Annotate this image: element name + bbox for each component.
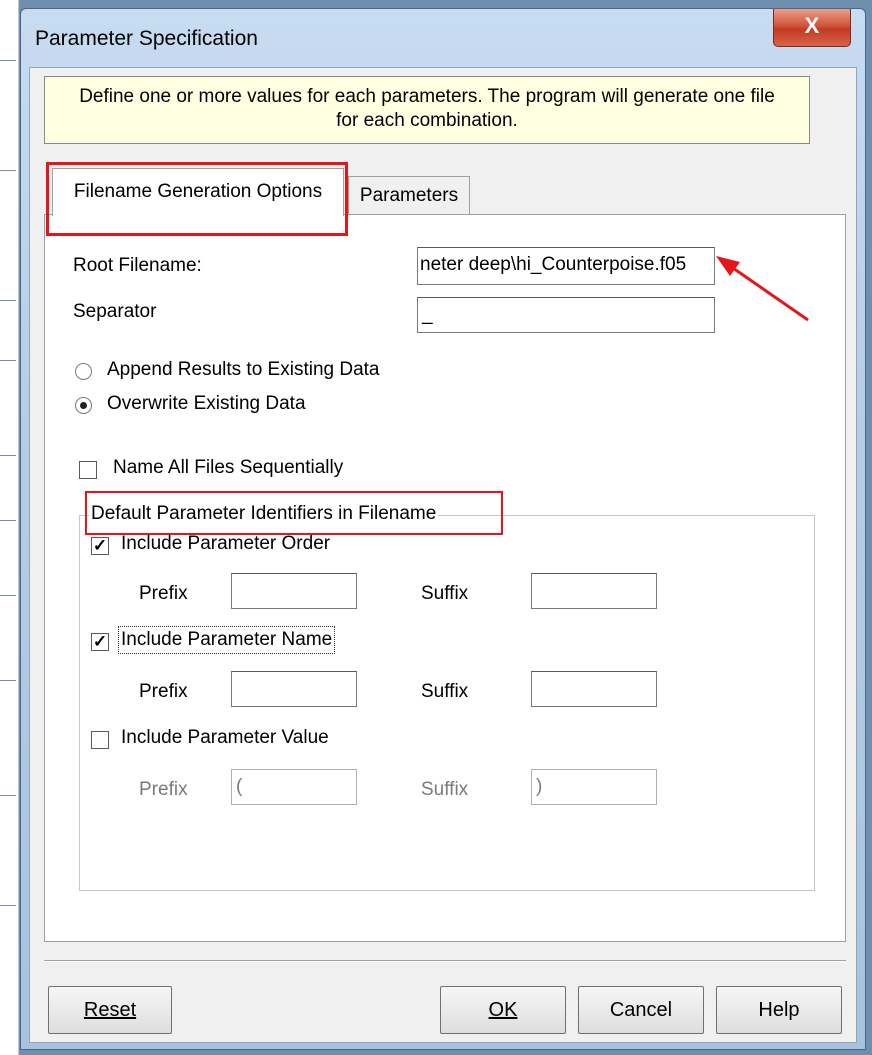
- name-suffix-input[interactable]: [531, 671, 657, 707]
- help-button-label: Help: [758, 999, 800, 1021]
- order-suffix-input[interactable]: [531, 573, 657, 609]
- value-prefix-input[interactable]: (: [231, 769, 357, 805]
- cancel-button[interactable]: Cancel: [578, 986, 704, 1034]
- tab-parameters[interactable]: Parameters: [348, 176, 470, 216]
- order-prefix-label: Prefix: [139, 583, 188, 604]
- overwrite-data-radio[interactable]: [75, 397, 92, 414]
- bg-divider: [0, 170, 16, 171]
- dialog-client-area: Define one or more values for each param…: [29, 67, 857, 1043]
- include-name-checkbox[interactable]: ✓: [91, 633, 109, 651]
- value-suffix-label: Suffix: [421, 779, 469, 800]
- bg-divider: [0, 795, 16, 796]
- include-value-label[interactable]: Include Parameter Value: [121, 727, 329, 749]
- background-window-edge: [0, 0, 19, 1055]
- bg-divider: [0, 360, 16, 361]
- order-suffix-label: Suffix: [421, 583, 469, 604]
- info-message: Define one or more values for each param…: [44, 76, 810, 144]
- name-prefix-label: Prefix: [139, 681, 188, 702]
- ok-button-label: OK: [488, 999, 518, 1021]
- root-filename-label: Root Filename:: [73, 255, 202, 276]
- bg-divider: [0, 455, 16, 456]
- include-name-label[interactable]: Include Parameter Name: [117, 626, 336, 654]
- separator-label: Separator: [73, 301, 157, 322]
- reset-button-label: Reset: [83, 999, 137, 1021]
- separator-input[interactable]: _: [417, 297, 715, 333]
- window-title: Parameter Specification: [35, 27, 258, 50]
- ok-button[interactable]: OK: [440, 986, 566, 1034]
- include-value-checkbox[interactable]: [91, 731, 109, 749]
- value-prefix-label: Prefix: [139, 779, 188, 800]
- close-icon: X: [804, 13, 820, 38]
- bg-divider: [0, 520, 16, 521]
- bg-divider: [0, 60, 16, 61]
- identifiers-group-title: Default Parameter Identifiers in Filenam…: [89, 503, 439, 525]
- reset-button[interactable]: Reset: [48, 986, 172, 1034]
- value-suffix-input[interactable]: ): [531, 769, 657, 805]
- include-order-checkbox[interactable]: ✓: [91, 537, 109, 555]
- name-suffix-label: Suffix: [421, 681, 469, 702]
- title-bar[interactable]: Parameter Specification X: [21, 9, 865, 67]
- overwrite-data-label[interactable]: Overwrite Existing Data: [107, 393, 306, 415]
- tab-panel-filename-options: Root Filename: neter deep\hi_Counterpois…: [44, 214, 846, 942]
- bg-divider: [0, 595, 16, 596]
- close-button[interactable]: X: [773, 9, 851, 47]
- bg-divider: [0, 300, 16, 301]
- order-prefix-input[interactable]: [231, 573, 357, 609]
- include-order-label[interactable]: Include Parameter Order: [121, 533, 330, 555]
- append-results-label[interactable]: Append Results to Existing Data: [107, 359, 380, 381]
- help-button[interactable]: Help: [716, 986, 842, 1034]
- cancel-button-label: Cancel: [609, 999, 673, 1021]
- info-line-2: for each combination.: [336, 110, 518, 131]
- info-line-1: Define one or more values for each param…: [79, 86, 775, 107]
- name-prefix-input[interactable]: [231, 671, 357, 707]
- append-results-radio[interactable]: [75, 363, 92, 380]
- parameter-specification-dialog: Parameter Specification X Define one or …: [20, 8, 866, 1050]
- button-separator: [44, 960, 846, 962]
- tab-filename-generation-options[interactable]: Filename Generation Options: [52, 168, 344, 216]
- bg-divider: [0, 680, 16, 681]
- root-filename-input[interactable]: neter deep\hi_Counterpoise.f05: [417, 247, 715, 285]
- name-sequentially-label[interactable]: Name All Files Sequentially: [113, 457, 343, 479]
- identifiers-groupbox: [79, 515, 815, 891]
- bg-divider: [0, 905, 16, 906]
- name-sequentially-checkbox[interactable]: [79, 461, 97, 479]
